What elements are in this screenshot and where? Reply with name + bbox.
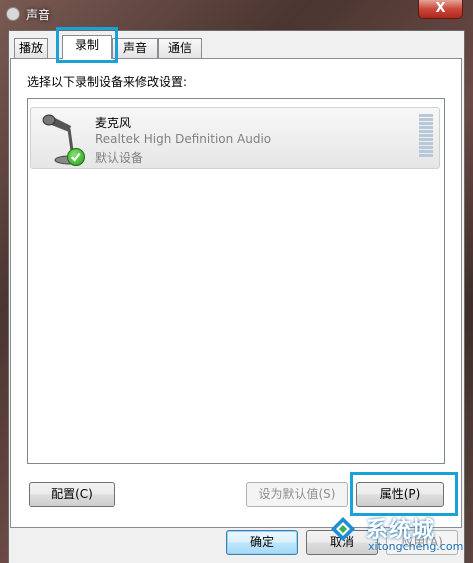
tab-playback[interactable]: 播放: [14, 38, 48, 58]
device-description: Realtek High Definition Audio: [95, 132, 272, 146]
close-button[interactable]: X: [418, 0, 463, 19]
tab-communications[interactable]: 通信: [158, 38, 202, 58]
device-name: 麦克风: [95, 116, 132, 130]
watermark-url: xitongcheng.com: [368, 540, 464, 553]
set-default-button[interactable]: 设为默认值(S): [246, 482, 348, 507]
level-meter: [419, 114, 433, 158]
device-list[interactable]: 麦克风 Realtek High Definition Audio 默认设备: [27, 98, 445, 464]
tab-sounds[interactable]: 声音: [112, 38, 158, 58]
watermark: 系统城 xitongcheng.com: [330, 510, 473, 563]
device-item-microphone[interactable]: 麦克风 Realtek High Definition Audio 默认设备: [30, 107, 440, 169]
instruction-text: 选择以下录制设备来修改设置:: [27, 75, 188, 89]
green-check-icon: [67, 148, 85, 166]
title-bar: 声音 X: [0, 0, 473, 30]
device-status: 默认设备: [95, 151, 144, 165]
window-title: 声音: [26, 8, 51, 22]
watermark-logo-icon: [331, 517, 355, 541]
configure-button[interactable]: 配置(C): [29, 482, 115, 507]
speaker-icon: [6, 7, 20, 21]
recording-tab-highlight: [56, 27, 118, 63]
ok-button[interactable]: 确定: [226, 530, 298, 555]
